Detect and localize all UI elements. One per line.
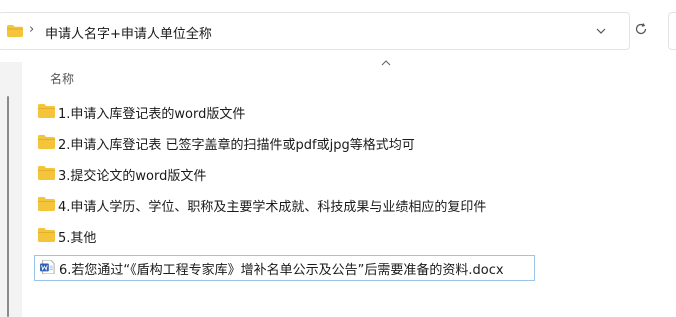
list-item[interactable]: 3.提交论文的word版文件: [34, 161, 634, 187]
file-name: 3.提交论文的word版文件: [58, 169, 207, 184]
list-item-selected[interactable]: 6.若您通过“《盾构工程专家库》增补名单公示及公告”后需要准备的资料.docx: [34, 255, 535, 281]
folder-icon: [38, 166, 55, 180]
column-header-name[interactable]: 名称: [50, 70, 74, 87]
refresh-icon[interactable]: [634, 22, 648, 36]
folder-icon: [7, 25, 23, 37]
navigation-scrollbar[interactable]: [7, 96, 9, 317]
folder-icon: [38, 104, 55, 118]
breadcrumb-separator: ›: [29, 22, 35, 37]
breadcrumb-current-folder[interactable]: 申请人名字+申请人单位全称: [45, 23, 212, 42]
list-item[interactable]: 1.申请入库登记表的word版文件: [34, 99, 634, 125]
search-box[interactable]: [668, 12, 676, 50]
file-name: 2.申请入库登记表 已签字盖章的扫描件或pdf或jpg等格式均可: [58, 138, 415, 153]
navigation-pane: [0, 62, 22, 317]
list-item[interactable]: 5.其他: [34, 223, 634, 249]
list-item[interactable]: 4.申请人学历、学位、职称及主要学术成就、科技成果与业绩相应的复印件: [34, 192, 634, 218]
file-name: 6.若您通过“《盾构工程专家库》增补名单公示及公告”后需要准备的资料.docx: [59, 263, 504, 278]
file-name: 1.申请入库登记表的word版文件: [58, 107, 246, 122]
sort-ascending-icon: [381, 60, 391, 66]
chevron-down-icon[interactable]: [595, 25, 607, 37]
address-bar[interactable]: › 申请人名字+申请人单位全称: [0, 12, 630, 50]
address-toolbar: › 申请人名字+申请人单位全称: [0, 0, 676, 62]
file-name: 5.其他: [58, 231, 97, 246]
folder-icon: [38, 197, 55, 211]
list-item[interactable]: 2.申请入库登记表 已签字盖章的扫描件或pdf或jpg等格式均可: [34, 130, 634, 156]
folder-icon: [38, 135, 55, 149]
file-name: 4.申请人学历、学位、职称及主要学术成就、科技成果与业绩相应的复印件: [58, 200, 487, 215]
folder-icon: [38, 228, 55, 242]
word-document-icon: [40, 260, 55, 274]
